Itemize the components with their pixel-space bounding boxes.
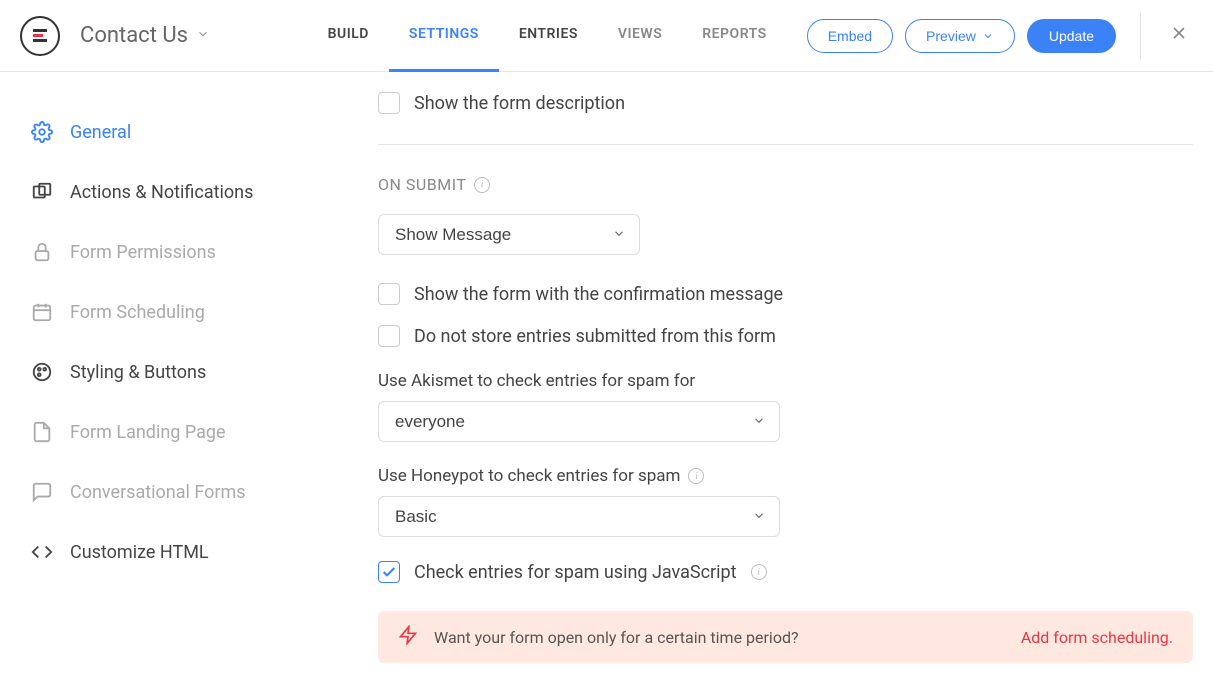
js-check-row: Check entries for spam using JavaScript … <box>378 561 1193 583</box>
show-with-confirm-label: Show the form with the confirmation mess… <box>414 284 783 305</box>
sidebar-item-landing[interactable]: Form Landing Page <box>0 402 330 462</box>
info-icon[interactable]: i <box>474 177 490 193</box>
tab-settings[interactable]: SETTINGS <box>389 0 499 72</box>
sidebar-item-styling[interactable]: Styling & Buttons <box>0 342 330 402</box>
sidebar-item-label: Form Permissions <box>70 242 216 263</box>
sidebar-item-label: Styling & Buttons <box>70 362 206 383</box>
sidebar-item-label: Form Scheduling <box>70 302 205 323</box>
sidebar-item-label: Customize HTML <box>70 542 209 563</box>
sidebar-item-actions[interactable]: Actions & Notifications <box>0 162 330 222</box>
form-title[interactable]: Contact Us <box>80 23 188 48</box>
show-with-confirm-row: Show the form with the confirmation mess… <box>378 283 1193 305</box>
sidebar-item-permissions[interactable]: Form Permissions <box>0 222 330 282</box>
sidebar-item-conversational[interactable]: Conversational Forms <box>0 462 330 522</box>
divider <box>378 144 1193 145</box>
info-icon[interactable]: i <box>751 564 767 580</box>
chat-icon <box>30 480 54 504</box>
divider <box>1140 11 1141 61</box>
info-icon[interactable]: i <box>688 468 704 484</box>
bolt-icon <box>398 625 418 649</box>
sidebar-item-scheduling[interactable]: Form Scheduling <box>0 282 330 342</box>
akismet-select[interactable]: everyone <box>378 401 780 442</box>
honeypot-select[interactable]: Basic <box>378 496 780 537</box>
tab-reports[interactable]: REPORTS <box>682 0 786 72</box>
do-not-store-label: Do not store entries submitted from this… <box>414 326 776 347</box>
preview-button-label: Preview <box>926 28 976 44</box>
gear-icon <box>30 120 54 144</box>
scheduling-banner: Want your form open only for a certain t… <box>378 611 1193 663</box>
chevron-down-icon <box>982 30 994 42</box>
akismet-label: Use Akismet to check entries for spam fo… <box>378 371 1193 391</box>
sidebar-item-general[interactable]: General <box>0 102 330 162</box>
show-description-label: Show the form description <box>414 93 625 114</box>
on-submit-select[interactable]: Show Message <box>378 214 640 255</box>
layers-icon <box>30 180 54 204</box>
sidebar: General Actions & Notifications Form Per… <box>0 72 330 681</box>
lock-icon <box>30 240 54 264</box>
on-submit-title-text: ON SUBMIT <box>378 175 466 194</box>
header: Contact Us BUILD SETTINGS ENTRIES VIEWS … <box>0 0 1213 72</box>
sidebar-item-label: Actions & Notifications <box>70 182 253 203</box>
app-logo[interactable] <box>20 16 60 56</box>
do-not-store-checkbox[interactable] <box>378 325 400 347</box>
content: General Actions & Notifications Form Per… <box>0 72 1213 681</box>
on-submit-select-wrapper: Show Message <box>378 214 640 255</box>
on-submit-title: ON SUBMIT i <box>378 175 1193 194</box>
embed-button[interactable]: Embed <box>807 19 893 53</box>
honeypot-label: Use Honeypot to check entries for spam i <box>378 466 1193 486</box>
add-scheduling-link[interactable]: Add form scheduling. <box>1021 628 1173 647</box>
header-actions: Embed Preview Update <box>807 11 1193 61</box>
embed-button-label: Embed <box>828 28 872 44</box>
akismet-select-wrapper: everyone <box>378 401 780 442</box>
show-description-row: Show the form description <box>378 92 1193 114</box>
sidebar-item-label: Form Landing Page <box>70 422 226 443</box>
show-with-confirm-checkbox[interactable] <box>378 283 400 305</box>
main-panel: Show the form description ON SUBMIT i Sh… <box>330 72 1213 681</box>
close-icon[interactable] <box>1165 19 1193 52</box>
honeypot-label-text: Use Honeypot to check entries for spam <box>378 466 680 486</box>
header-tabs: BUILD SETTINGS ENTRIES VIEWS REPORTS <box>308 0 787 72</box>
sidebar-item-customize-html[interactable]: Customize HTML <box>0 522 330 582</box>
update-button[interactable]: Update <box>1027 19 1116 53</box>
sidebar-item-label: General <box>70 122 131 143</box>
tab-build[interactable]: BUILD <box>308 0 389 72</box>
chevron-down-icon[interactable] <box>196 26 210 45</box>
code-icon <box>30 540 54 564</box>
tab-entries[interactable]: ENTRIES <box>499 0 598 72</box>
do-not-store-row: Do not store entries submitted from this… <box>378 325 1193 347</box>
palette-icon <box>30 360 54 384</box>
calendar-icon <box>30 300 54 324</box>
js-check-checkbox[interactable] <box>378 561 400 583</box>
tab-views[interactable]: VIEWS <box>598 0 682 72</box>
preview-button[interactable]: Preview <box>905 19 1015 53</box>
sidebar-item-label: Conversational Forms <box>70 482 246 503</box>
show-description-checkbox[interactable] <box>378 92 400 114</box>
honeypot-select-wrapper: Basic <box>378 496 780 537</box>
page-icon <box>30 420 54 444</box>
banner-text: Want your form open only for a certain t… <box>434 628 799 647</box>
js-check-label: Check entries for spam using JavaScript <box>414 562 737 583</box>
